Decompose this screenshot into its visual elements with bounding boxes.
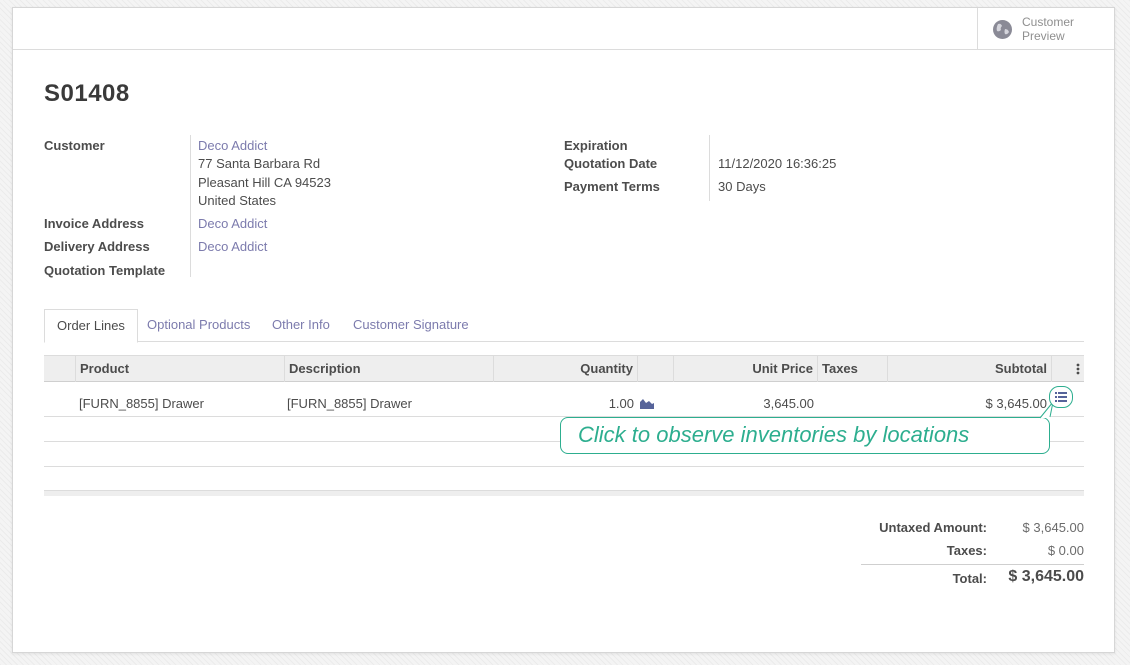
invoice-address-label: Invoice Address: [44, 216, 144, 231]
globe-icon: [993, 19, 1012, 39]
row-divider: [44, 466, 1084, 467]
expiration-label: Expiration: [564, 138, 628, 153]
quotation-template-field[interactable]: [198, 263, 498, 279]
quotation-date-label: Quotation Date: [564, 156, 658, 171]
table-footer: [44, 490, 1084, 496]
quotation-template-label: Quotation Template: [44, 263, 166, 278]
column-header-unit-price[interactable]: Unit Price: [673, 356, 817, 382]
row-subtotal: $ 3,645.00: [985, 396, 1047, 411]
quotation-date-value: 11/12/2020 16:36:25: [718, 156, 837, 171]
customer-street: 77 Santa Barbara Rd: [198, 156, 321, 171]
invoice-address-link[interactable]: Deco Addict: [198, 216, 267, 231]
tab-order-lines[interactable]: Order Lines: [44, 309, 138, 343]
row-quantity[interactable]: 1.00: [504, 396, 634, 411]
tab-optional-products[interactable]: Optional Products: [147, 309, 250, 342]
payment-terms-label: Payment Terms: [564, 179, 660, 194]
totals-divider: [861, 564, 1084, 565]
untaxed-amount-label: Untaxed Amount:: [879, 520, 987, 535]
column-header-taxes[interactable]: Taxes: [817, 356, 887, 382]
hint-tooltip-text: Click to observe inventories by location…: [578, 422, 970, 447]
customer-country: United States: [198, 193, 277, 208]
total-label: Total:: [952, 571, 987, 586]
untaxed-amount-value: $ 3,645.00: [1022, 520, 1084, 535]
customer-preview-label: Customer Preview: [1022, 15, 1075, 43]
customer-label: Customer: [44, 138, 105, 153]
form-sheet: Customer Preview S01408 Customer Deco Ad…: [12, 7, 1115, 653]
tab-customer-signature[interactable]: Customer Signature: [353, 309, 469, 342]
column-header-description[interactable]: Description: [284, 356, 493, 382]
notebook-tabs: Order Lines Optional Products Other Info…: [44, 309, 1084, 343]
row-unit-price[interactable]: 3,645.00: [684, 396, 814, 411]
taxes-label: Taxes:: [946, 543, 987, 558]
column-header-forecast: [637, 356, 673, 382]
customer-link[interactable]: Deco Addict: [198, 138, 267, 153]
field-divider-left: [190, 135, 191, 277]
payment-terms-value: 30 Days: [718, 179, 766, 194]
delivery-address-label: Delivery Address: [44, 239, 150, 254]
field-divider-right: [709, 135, 710, 201]
customer-preview-button[interactable]: Customer Preview: [977, 8, 1114, 50]
total-value: $ 3,645.00: [1008, 568, 1084, 585]
tab-other-info[interactable]: Other Info: [272, 309, 330, 342]
column-header-product[interactable]: Product: [75, 356, 284, 382]
list-icon: [1055, 390, 1067, 405]
column-options-icon[interactable]: [1051, 356, 1084, 382]
top-button-bar: Customer Preview: [13, 8, 1114, 50]
table-header: Product Description Quantity Unit Price …: [44, 355, 1084, 382]
row-description[interactable]: [FURN_8855] Drawer: [287, 396, 412, 411]
taxes-value: $ 0.00: [1047, 543, 1084, 558]
forecast-chart-icon[interactable]: [640, 397, 654, 412]
column-header-subtotal[interactable]: Subtotal: [887, 356, 1051, 382]
handle-column-header: [44, 356, 76, 382]
row-product[interactable]: [FURN_8855] Drawer: [79, 396, 204, 411]
customer-city: Pleasant Hill CA 94523: [198, 175, 331, 190]
column-header-quantity[interactable]: Quantity: [493, 356, 637, 382]
record-title: S01408: [44, 80, 130, 107]
expiration-field[interactable]: [718, 138, 1018, 154]
delivery-address-link[interactable]: Deco Addict: [198, 239, 267, 254]
hint-tooltip: Click to observe inventories by location…: [560, 417, 1050, 454]
inventory-by-location-button[interactable]: [1049, 386, 1073, 408]
